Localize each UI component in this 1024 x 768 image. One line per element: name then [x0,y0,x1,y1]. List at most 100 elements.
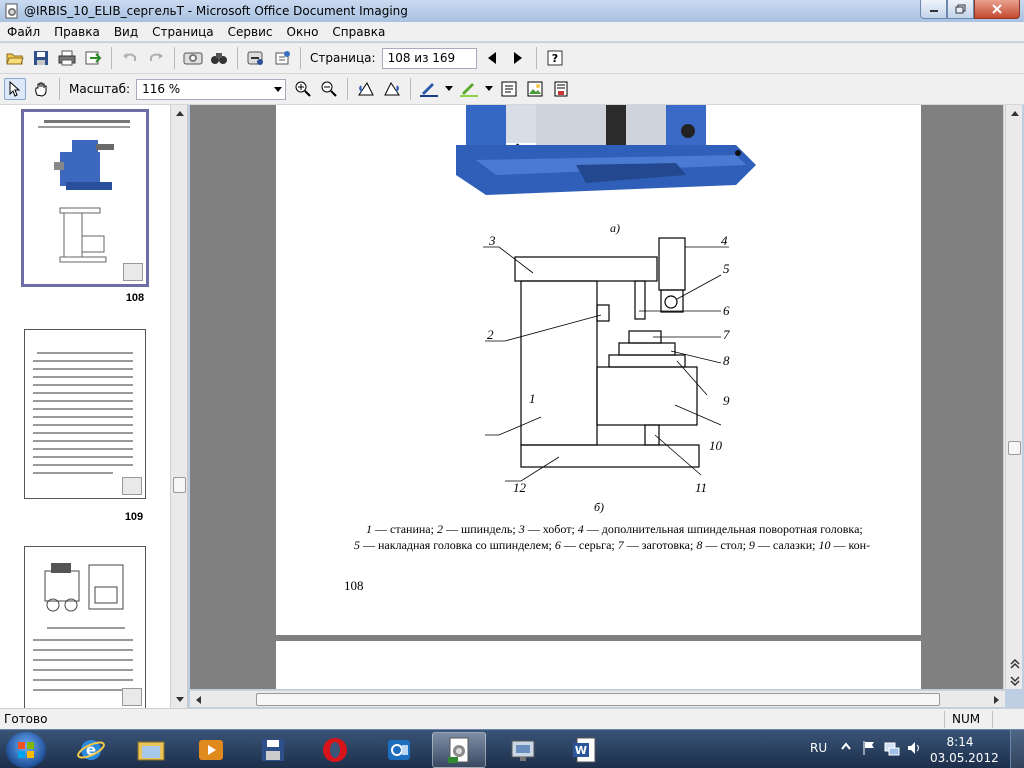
open-folder-icon[interactable] [4,47,26,69]
recognized-badge-icon [123,263,143,281]
taskbar-document-imaging[interactable] [432,732,486,768]
language-indicator[interactable]: RU [810,741,827,755]
send-text-to-word-icon[interactable] [245,47,267,69]
clock-time: 8:14 [946,735,974,749]
next-page-double-icon[interactable] [1006,672,1023,689]
taskbar-remote-app[interactable] [496,732,550,768]
redo-icon[interactable] [145,47,167,69]
pen-dropdown-icon[interactable] [444,78,454,100]
zoom-select[interactable]: 116 % [136,78,287,100]
chevron-down-icon[interactable] [274,86,283,92]
pan-hand-icon[interactable] [30,78,52,100]
annotation-properties-icon[interactable] [550,78,572,100]
insert-text-box-icon[interactable] [498,78,520,100]
document-vertical-scrollbar[interactable] [1005,105,1022,689]
scroll-right-icon[interactable] [988,691,1005,708]
menu-page[interactable]: Страница [145,25,221,39]
previous-page-icon[interactable] [481,47,503,69]
save-icon[interactable] [30,47,52,69]
thumb-text-line [33,659,133,661]
scroll-up-icon[interactable] [1006,105,1023,122]
scrollbar-thumb[interactable] [173,477,186,493]
legend-text: — накладная головка со шпинделем; [360,538,555,552]
taskbar-explorer[interactable] [124,732,178,768]
taskbar-opera[interactable] [308,732,362,768]
recognize-text-icon[interactable] [182,47,204,69]
thumbnail-number: 109 [124,511,144,523]
scroll-down-icon[interactable] [171,691,188,708]
schematic-table [608,354,686,368]
thumbnail-scrollbar[interactable] [170,105,187,708]
schematic-screw [644,424,660,446]
document-view[interactable]: а) 1 2 3 4 5 6 7 8 9 10 11 12 б) 1 — ста… [190,105,1005,689]
menu-window[interactable]: Окно [280,25,326,39]
action-center-flag-icon[interactable] [862,740,876,759]
select-pointer-icon[interactable] [4,78,26,100]
print-icon[interactable] [56,47,78,69]
taskbar-internet-explorer[interactable]: e [64,732,118,768]
undo-icon[interactable] [119,47,141,69]
tray-show-hidden-icon[interactable] [840,741,852,756]
previous-page-double-icon[interactable] [1006,655,1023,672]
highlighter-dropdown-icon[interactable] [484,78,494,100]
toolbar-separator [347,78,349,100]
page-thumbnail[interactable] [24,546,146,708]
show-desktop-button[interactable] [1010,730,1024,768]
figure-a-label: а) [610,221,620,235]
menu-view[interactable]: Вид [107,25,145,39]
zoom-out-icon[interactable] [318,78,340,100]
send-to-icon[interactable] [82,47,104,69]
network-icon[interactable] [884,740,900,759]
legend-text: — серьга; [560,538,618,552]
rotate-page-icon[interactable] [271,47,293,69]
find-binoculars-icon[interactable] [208,47,230,69]
word-icon: W [573,737,596,763]
pen-icon[interactable] [418,78,440,100]
document-horizontal-scrollbar[interactable] [190,690,1005,707]
standard-toolbar: Страница: 108 из 169 ? [0,43,1024,74]
taskbar-outlook[interactable] [372,732,426,768]
minimize-button[interactable] [920,0,947,19]
close-button[interactable] [974,0,1020,19]
help-icon[interactable]: ? [544,47,566,69]
thumb-text-line [33,649,133,651]
menu-tools[interactable]: Сервис [221,25,280,39]
maximize-button[interactable] [947,0,974,19]
page-number-field[interactable]: 108 из 169 [381,47,477,69]
page-thumbnail[interactable] [21,109,149,287]
rotate-left-icon[interactable] [355,78,377,100]
remote-desktop-icon [511,740,535,761]
scrollbar-thumb[interactable] [1008,441,1021,455]
scroll-left-icon[interactable] [190,691,207,708]
thumb-text-line [33,639,133,641]
callout-5: 5 [723,261,730,276]
next-page-icon[interactable] [507,47,529,69]
legend-text: — заготовка; [623,538,697,552]
scrollbar-thumb[interactable] [256,693,940,706]
rotate-right-icon[interactable] [381,78,403,100]
floppy-disk-icon [262,739,284,761]
menu-edit[interactable]: Правка [47,25,107,39]
page-thumbnail[interactable] [24,329,146,499]
volume-icon[interactable] [906,740,922,759]
modi-app-icon[interactable] [4,3,20,19]
windows-logo-icon [18,742,34,758]
system-clock[interactable]: 8:14 03.05.2012 [930,734,999,766]
callout-2: 2 [487,327,494,342]
thumb-diagram [59,207,107,263]
menu-file[interactable]: Файл [0,25,47,39]
status-divider [992,711,993,728]
start-button[interactable] [6,732,46,768]
svg-text:?: ? [551,52,557,65]
taskbar-media-player[interactable] [184,732,238,768]
highlighter-icon[interactable] [458,78,480,100]
toolbar-separator [410,78,412,100]
insert-picture-icon[interactable] [524,78,546,100]
taskbar-word[interactable]: W [558,732,612,768]
menu-help[interactable]: Справка [325,25,392,39]
zoom-in-icon[interactable] [292,78,314,100]
callout-8: 8 [723,353,730,368]
callout-1: 1 [529,391,536,406]
scroll-up-icon[interactable] [171,105,188,122]
taskbar-save-app[interactable] [246,732,300,768]
